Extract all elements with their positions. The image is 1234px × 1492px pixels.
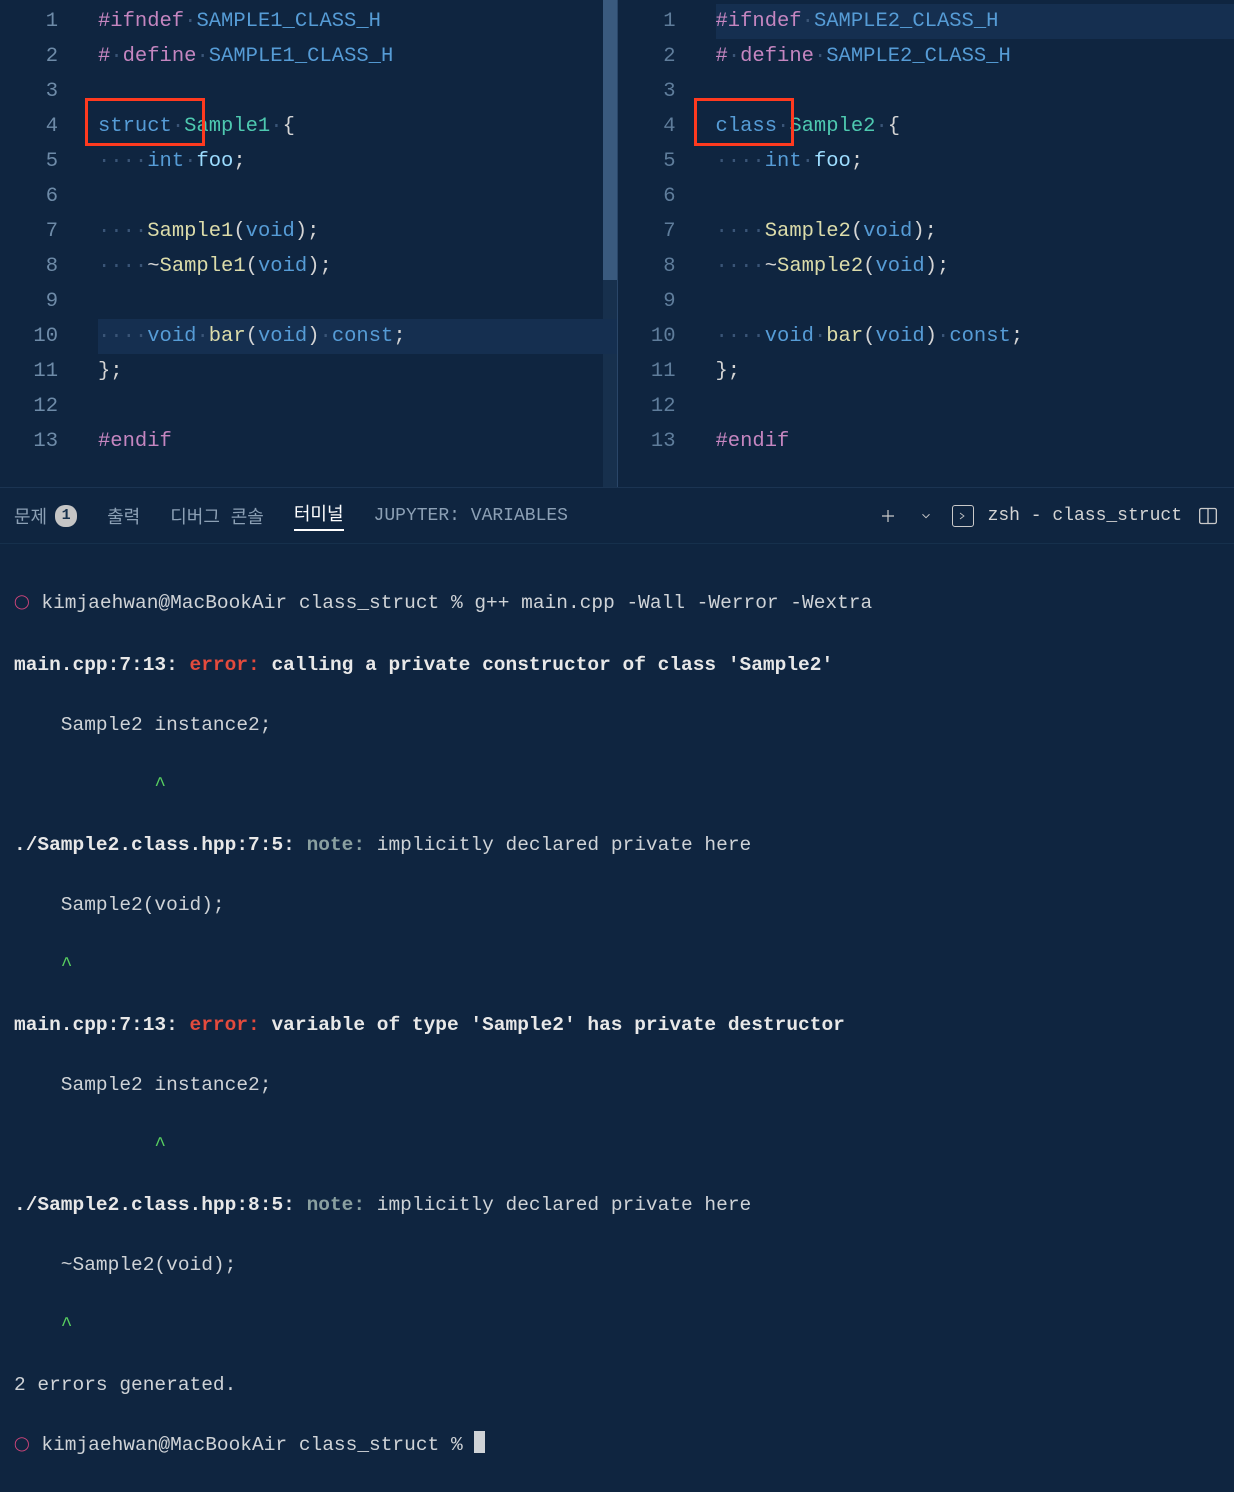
editor-pane-right[interactable]: 12345678910111213 #ifndef·SAMPLE2_CLASS_… xyxy=(618,0,1234,487)
code-area[interactable]: #ifndef·SAMPLE2_CLASS_H #·define·SAMPLE2… xyxy=(716,4,1234,459)
code-area[interactable]: #ifndef·SAMPLE1_CLASS_H #·define·SAMPLE1… xyxy=(98,4,617,459)
terminal-prompt[interactable]: kimjaehwan@MacBookAir class_struct % xyxy=(41,1434,474,1456)
terminal-shell-icon[interactable] xyxy=(952,505,974,527)
prompt-status-icon: ◯ xyxy=(14,1437,30,1453)
problems-badge: 1 xyxy=(55,505,77,527)
tab-jupyter-variables[interactable]: JUPYTER: VARIABLES xyxy=(374,506,568,526)
editor-split: 12345678910111213 #ifndef·SAMPLE1_CLASS_… xyxy=(0,0,1234,488)
panel-tabs: 문제 1 출력 디버그 콘솔 터미널 JUPYTER: VARIABLES zs… xyxy=(0,488,1234,544)
new-terminal-icon[interactable] xyxy=(876,504,900,528)
tab-terminal[interactable]: 터미널 xyxy=(294,500,344,531)
terminal-shell-label[interactable]: zsh - class_struct xyxy=(988,506,1182,526)
split-editor-icon[interactable] xyxy=(1196,504,1220,528)
panel-actions: zsh - class_struct xyxy=(876,504,1220,528)
terminal-cursor xyxy=(474,1431,485,1453)
prompt-status-icon: ◯ xyxy=(14,595,30,611)
tab-output[interactable]: 출력 xyxy=(107,503,140,529)
tab-debug-console[interactable]: 디버그 콘솔 xyxy=(170,503,264,529)
line-gutter: 12345678910111213 xyxy=(618,4,704,459)
tab-problems[interactable]: 문제 1 xyxy=(14,503,77,529)
tab-label: 문제 xyxy=(14,503,47,529)
terminal-line: kimjaehwan@MacBookAir class_struct % g++… xyxy=(41,592,872,614)
chevron-down-icon[interactable] xyxy=(914,504,938,528)
terminal-output[interactable]: ◯ kimjaehwan@MacBookAir class_struct % g… xyxy=(0,544,1234,1492)
line-gutter: 12345678910111213 xyxy=(0,4,86,459)
editor-pane-left[interactable]: 12345678910111213 #ifndef·SAMPLE1_CLASS_… xyxy=(0,0,618,487)
